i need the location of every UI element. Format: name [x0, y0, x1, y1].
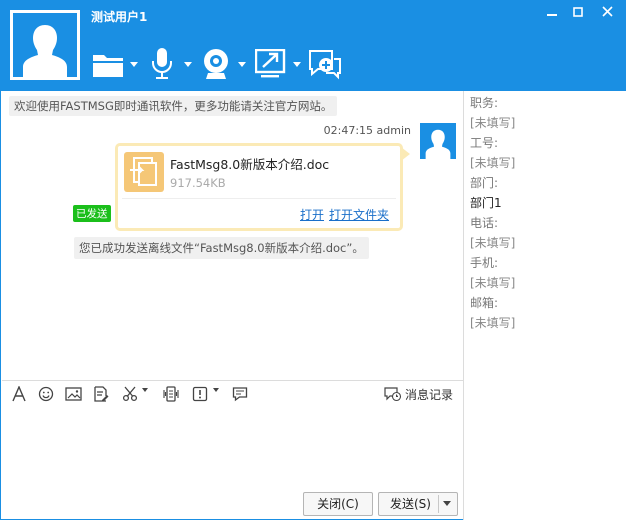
mobile-value: [未填写]	[470, 276, 516, 290]
minimize-button[interactable]	[540, 3, 564, 21]
chat-bubble-icon	[232, 387, 248, 402]
emoji-button[interactable]	[38, 386, 54, 402]
history-icon	[384, 387, 402, 402]
email-label: 邮箱:	[470, 296, 499, 310]
file-name: FastMsg8.0新版本介绍.doc	[170, 157, 330, 172]
message-timestamp: 02:47:15 admin	[323, 124, 411, 137]
send-options-chevron-down-icon[interactable]	[443, 501, 451, 506]
phone-value: [未填写]	[470, 236, 516, 250]
edit-document-icon	[94, 386, 109, 402]
email-value: [未填写]	[470, 316, 516, 330]
department-label: 部门:	[470, 176, 499, 190]
image-icon	[65, 387, 82, 401]
chevron-down-icon	[238, 62, 246, 67]
contact-info-panel: 职务: [未填写] 工号: [未填写] 部门: 部门1 电话: [未填写] 手机…	[463, 91, 626, 520]
position-value: [未填写]	[470, 116, 516, 130]
doc-icon	[130, 157, 157, 186]
send-success-notice: 您已成功发送离线文件“FastMsg8.0新版本介绍.doc”。	[74, 237, 369, 259]
group-chat-icon	[309, 50, 341, 80]
mobile-label: 手机:	[470, 256, 499, 270]
font-icon	[12, 386, 26, 402]
maximize-icon	[573, 6, 583, 17]
document-file-icon	[124, 152, 164, 192]
chevron-down-icon[interactable]	[213, 388, 219, 392]
input-toolbar: 消息记录	[2, 380, 463, 406]
remote-assist-tool[interactable]	[255, 47, 303, 83]
quick-reply-button[interactable]	[232, 386, 248, 402]
screenshot-button[interactable]	[122, 386, 138, 402]
department-value: 部门1	[470, 196, 502, 210]
file-size: 917.54KB	[170, 176, 226, 190]
alert-icon	[192, 386, 208, 402]
message-input[interactable]	[2, 406, 463, 491]
welcome-notice: 欢迎使用FASTMSG即时通讯软件，更多功能请关注官方网站。	[9, 96, 338, 116]
folder-icon	[93, 55, 123, 77]
maximize-button[interactable]	[566, 3, 590, 21]
divider	[122, 198, 396, 199]
user-silhouette-icon	[425, 129, 451, 159]
file-message-bubble: FastMsg8.0新版本介绍.doc 917.54KB 打开 打开文件夹	[115, 143, 403, 231]
minimize-icon	[547, 13, 557, 16]
microphone-icon	[152, 48, 172, 79]
vibrate-icon	[163, 386, 179, 402]
video-tool[interactable]	[201, 47, 249, 83]
chat-window: 测试用户1 欢迎使用FASTMSG即时通讯软件，更多功能请关注官方网站。 02:…	[0, 0, 626, 520]
chevron-down-icon[interactable]	[142, 388, 148, 392]
history-label: 消息记录	[405, 388, 454, 402]
chat-history[interactable]: 欢迎使用FASTMSG即时通讯软件，更多功能请关注官方网站。 02:47:15 …	[2, 91, 463, 380]
chevron-down-icon	[130, 62, 138, 67]
webcam-icon	[204, 49, 228, 79]
phone-label: 电话:	[470, 216, 499, 230]
voice-tool[interactable]	[151, 47, 193, 83]
smiley-icon	[38, 386, 54, 402]
send-file-tool[interactable]	[92, 47, 140, 83]
close-icon	[601, 6, 613, 17]
scissors-icon	[122, 386, 138, 402]
edit-doc-button[interactable]	[93, 386, 109, 402]
group-chat-tool[interactable]	[308, 47, 344, 83]
position-label: 职务:	[470, 96, 499, 110]
bubble-tail	[401, 147, 410, 161]
divider	[438, 495, 439, 513]
font-button[interactable]	[12, 386, 26, 402]
chevron-down-icon	[184, 62, 192, 67]
image-button[interactable]	[65, 386, 82, 402]
window-title: 测试用户1	[91, 10, 148, 24]
priority-button[interactable]	[192, 386, 208, 402]
vibrate-button[interactable]	[162, 386, 180, 402]
chevron-down-icon	[293, 62, 301, 67]
job-number-value: [未填写]	[470, 156, 516, 170]
close-window-button[interactable]	[595, 3, 619, 21]
job-number-label: 工号:	[470, 136, 499, 150]
contact-avatar[interactable]	[10, 10, 80, 80]
share-screen-icon	[255, 49, 286, 78]
close-button[interactable]: 关闭(C)	[303, 492, 373, 516]
header: 测试用户1	[1, 1, 626, 91]
open-folder-link[interactable]: 打开文件夹	[329, 206, 389, 223]
sent-status-badge: 已发送	[73, 205, 111, 222]
sender-avatar[interactable]	[420, 123, 456, 159]
user-silhouette-icon	[13, 13, 77, 77]
open-file-link[interactable]: 打开	[300, 206, 324, 223]
